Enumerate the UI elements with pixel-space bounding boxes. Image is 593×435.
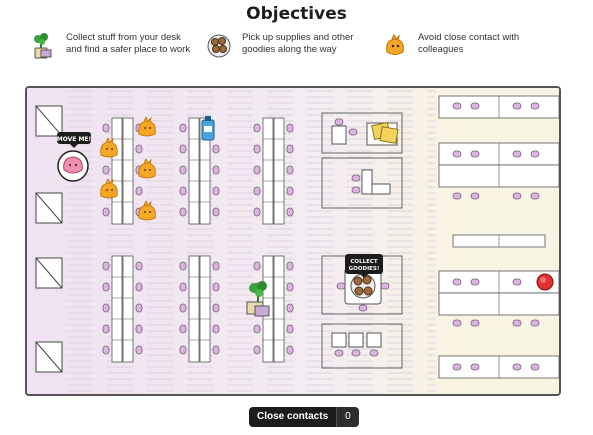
close-contacts-label: Close contacts [249,407,337,427]
page-title: Objectives [246,4,347,24]
objective-item-pick-supplies: Pick up supplies and other goodies along… [206,32,372,60]
collect-goodies-label-1: COLLECT [350,259,378,265]
objective-text: Collect stuff from your desk and find a … [66,32,191,55]
cookie-plate-icon [207,34,231,58]
objective-item-collect-desk: Collect stuff from your desk and find a … [30,32,196,60]
objective-text: Avoid close contact with colleagues [418,32,520,55]
sanitizer-bottle-icon[interactable] [201,116,215,141]
move-me-label: MOVE ME! [57,136,92,143]
collect-goodies-label-2: GOODIES! [349,266,380,272]
right-desk-area [435,88,559,394]
objective-text: Pick up supplies and other goodies along… [242,32,354,55]
office-floor-map[interactable]: MOVE ME! COLLECT GOODIES! [25,86,561,396]
objective-item-avoid-contact: Avoid close contact with colleagues [382,32,548,60]
cookie-plate-icon[interactable] [350,273,376,299]
exit-button-icon[interactable] [536,273,554,291]
plant-desk-items-icon [34,33,52,59]
objectives-list: Collect stuff from your desk and find a … [30,32,570,62]
player-character[interactable] [57,150,89,182]
orange-colleague-icon [386,33,404,55]
close-contacts-counter: Close contacts 0 [249,407,359,427]
close-contacts-value: 0 [336,407,359,427]
